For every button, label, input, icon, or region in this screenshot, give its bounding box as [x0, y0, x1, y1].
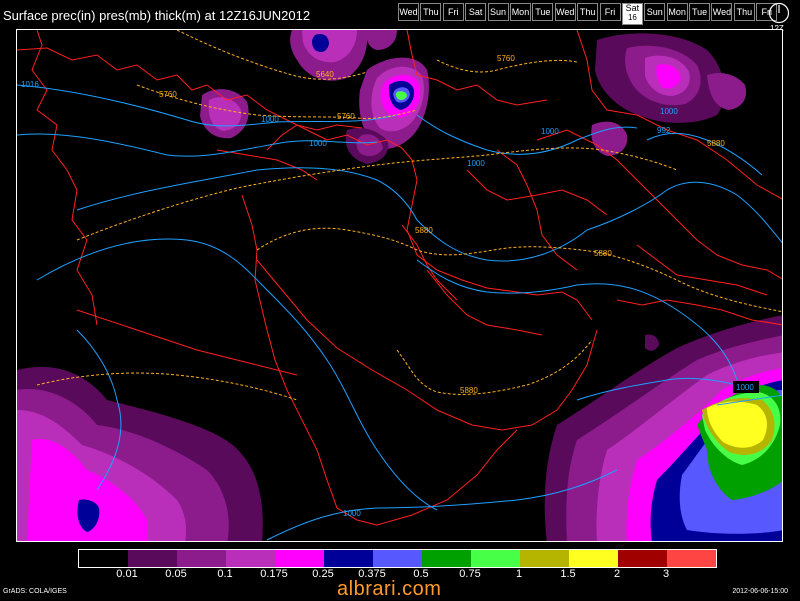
day-button-label: Tue: [535, 7, 551, 17]
day-button-label: Mon: [511, 7, 530, 17]
thickness-label: 5880: [460, 386, 478, 395]
day-button-thu[interactable]: Thu: [577, 3, 599, 21]
legend-swatch: [324, 550, 373, 567]
legend-swatch: [275, 550, 324, 567]
day-button-label: Tue: [691, 7, 708, 17]
day-button-label: Wed: [399, 7, 418, 17]
thickness-label: 5760: [337, 112, 355, 121]
day-button-label: Sat: [625, 3, 640, 13]
legend-swatch: [618, 550, 667, 567]
legend-tick-label: 1.5: [560, 568, 576, 580]
legend-swatch: [79, 550, 128, 567]
legend-tick-label: 2: [613, 568, 621, 580]
day-button-label: Thu: [736, 7, 753, 17]
day-button-fri[interactable]: Fri: [599, 3, 621, 21]
thickness-label: 5760: [497, 54, 515, 63]
day-button-label: Mon: [668, 7, 686, 17]
day-button-wed[interactable]: Wed: [711, 3, 733, 21]
legend-swatch: [569, 550, 618, 567]
day-button-label: Thu: [423, 7, 439, 17]
day-selector: Wed Thu Fri Sat Sun Mon Tue Wed Thu Fri Sat 16 Sun Mo…: [398, 3, 779, 25]
day-button-sat[interactable]: Sat: [465, 3, 487, 21]
day-button-tue[interactable]: Tue: [689, 3, 711, 21]
legend-swatch: [667, 550, 716, 567]
legend-swatch: [226, 550, 275, 567]
legend-tick-label: 1: [515, 568, 523, 580]
forecast-map[interactable]: 1016 1000 1000 1000 1000 992 1000 1000 1…: [16, 29, 783, 542]
legend-tick-label: 0.175: [260, 568, 288, 580]
day-button-label: Thu: [579, 7, 596, 17]
pressure-label: 1000: [541, 127, 559, 136]
day-button-thu[interactable]: Thu: [420, 3, 442, 21]
day-button-thu[interactable]: Thu: [733, 3, 755, 21]
pressure-label: 1000: [309, 139, 327, 148]
day-button-sun[interactable]: Sun: [644, 3, 666, 21]
day-button-mon[interactable]: Mon: [509, 3, 531, 21]
thickness-label: 5640: [316, 70, 334, 79]
day-button-date: 16: [627, 13, 637, 22]
legend-swatch: [373, 550, 422, 567]
legend-swatch: [471, 550, 520, 567]
legend-swatch: [177, 550, 226, 567]
day-button-label: Fri: [604, 7, 616, 17]
pressure-label: 1016: [21, 80, 39, 89]
map-canvas: 1016 1000 1000 1000 1000 992 1000 1000 1…: [17, 30, 782, 541]
day-button-label: Wed: [556, 7, 575, 17]
legend-swatch: [422, 550, 471, 567]
pressure-label: 1000: [467, 159, 485, 168]
thickness-label: 5880: [707, 139, 725, 148]
day-button-sat[interactable]: Sat 16: [621, 3, 643, 25]
day-button-label: Wed: [712, 7, 732, 17]
legend-tick-label: 0.75: [459, 568, 481, 580]
day-button-label: Sun: [490, 7, 507, 17]
day-button-wed[interactable]: Wed: [554, 3, 576, 21]
thickness-label: 5760: [159, 90, 177, 99]
legend-tick-label: 0.01: [116, 568, 138, 580]
day-button-label: Fri: [448, 7, 459, 17]
day-button-mon[interactable]: Mon: [666, 3, 688, 21]
day-button-wed[interactable]: Wed: [398, 3, 419, 21]
legend-tick-label: 0.05: [165, 568, 187, 580]
pressure-label: 1000: [261, 115, 279, 124]
software-credit: GrADS: COLA/IGES: [3, 588, 67, 595]
day-button-label: Sun: [646, 7, 663, 17]
day-button-fri[interactable]: Fri: [442, 3, 464, 21]
legend-tick-label: 0.25: [312, 568, 334, 580]
pressure-label: 1000: [660, 107, 678, 116]
thickness-label: 5880: [594, 249, 612, 258]
day-button-sun[interactable]: Sun: [487, 3, 509, 21]
watermark: albrari.com: [337, 578, 442, 600]
chart-title: Surface prec(in) pres(mb) thick(m) at 12…: [3, 8, 311, 23]
pressure-label: 1000: [343, 509, 361, 518]
clock-icon: [768, 2, 790, 24]
color-legend: [78, 549, 717, 568]
thickness-label: 5880: [415, 226, 433, 235]
day-button-label: Sat: [468, 7, 483, 17]
day-button-tue[interactable]: Tue: [532, 3, 554, 21]
pressure-label: 992: [657, 126, 671, 135]
legend-swatch: [520, 550, 569, 567]
legend-tick-label: 0.1: [217, 568, 233, 580]
run-timestamp: 2012-06-06-15:00: [732, 588, 788, 595]
pressure-label: 1000: [736, 383, 754, 392]
legend-swatch: [128, 550, 177, 567]
legend-tick-label: 3: [662, 568, 670, 580]
